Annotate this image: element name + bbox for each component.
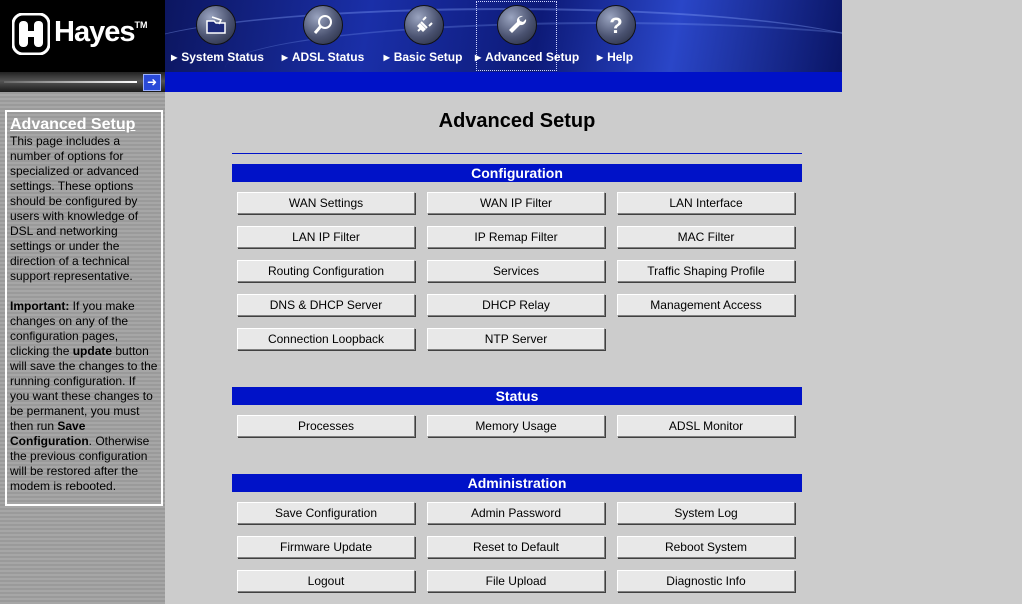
help-panel: Advanced Setup This page includes a numb… (5, 110, 163, 506)
plug-icon (404, 5, 444, 45)
blue-header-strip (165, 72, 842, 92)
ip-remap-filter-button[interactable]: IP Remap Filter (427, 226, 605, 248)
magnifier-icon (303, 5, 343, 45)
traffic-shaping-profile-button[interactable]: Traffic Shaping Profile (617, 260, 795, 282)
main-content: Advanced Setup Configuration WAN Setting… (165, 92, 1022, 604)
nav-help[interactable]: ? ▶ Help (575, 0, 655, 72)
system-log-button[interactable]: System Log (617, 502, 795, 524)
memory-usage-button[interactable]: Memory Usage (427, 415, 605, 437)
processes-button[interactable]: Processes (237, 415, 415, 437)
help-title: Advanced Setup (10, 116, 136, 133)
svg-text:?: ? (609, 13, 622, 37)
mac-filter-button[interactable]: MAC Filter (617, 226, 795, 248)
routing-configuration-button[interactable]: Routing Configuration (237, 260, 415, 282)
top-navigation: ▶ System Status ▶ ADSL Status ▶ Basic Setup… (165, 0, 842, 72)
wrench-icon (497, 5, 537, 45)
adsl-monitor-button[interactable]: ADSL Monitor (617, 415, 795, 437)
help-important: Important: If you make changes on any of… (10, 299, 158, 493)
dhcp-relay-button[interactable]: DHCP Relay (427, 294, 605, 316)
firmware-update-button[interactable]: Firmware Update (237, 536, 415, 558)
dns-dhcp-server-button[interactable]: DNS & DHCP Server (237, 294, 415, 316)
brand-name: HayesTM (54, 16, 148, 48)
help-intro: This page includes a number of options f… (10, 134, 139, 283)
reboot-system-button[interactable]: Reboot System (617, 536, 795, 558)
sidebar: Advanced Setup This page includes a numb… (0, 92, 165, 604)
logout-button[interactable]: Logout (237, 570, 415, 592)
title-divider (232, 153, 802, 154)
connection-loopback-button[interactable]: Connection Loopback (237, 328, 415, 350)
brand-logo: HayesTM (0, 0, 165, 72)
ntp-server-button[interactable]: NTP Server (427, 328, 605, 350)
save-configuration-button[interactable]: Save Configuration (237, 502, 415, 524)
lan-ip-filter-button[interactable]: LAN IP Filter (237, 226, 415, 248)
section-status: Status (232, 387, 802, 405)
question-icon: ? (596, 5, 636, 45)
reset-to-default-button[interactable]: Reset to Default (427, 536, 605, 558)
diagnostic-info-button[interactable]: Diagnostic Info (617, 570, 795, 592)
nav-advanced-setup[interactable]: ▶ Advanced Setup (475, 0, 579, 72)
wan-settings-button[interactable]: WAN Settings (237, 192, 415, 214)
management-access-button[interactable]: Management Access (617, 294, 795, 316)
admin-password-button[interactable]: Admin Password (427, 502, 605, 524)
section-configuration: Configuration (232, 164, 802, 182)
nav-system-status[interactable]: ▶ System Status (165, 0, 270, 72)
folder-icon (196, 5, 236, 45)
nav-adsl-status[interactable]: ▶ ADSL Status (273, 0, 373, 72)
page-title: Advanced Setup (438, 110, 596, 132)
hayes-logo-icon (12, 13, 50, 55)
file-upload-button[interactable]: File Upload (427, 570, 605, 592)
section-administration: Administration (232, 474, 802, 492)
arrow-right-icon: ➜ (143, 74, 161, 91)
wan-ip-filter-button[interactable]: WAN IP Filter (427, 192, 605, 214)
services-button[interactable]: Services (427, 260, 605, 282)
nav-arrow-bar: ➜ (0, 72, 165, 92)
nav-basic-setup[interactable]: ▶ Basic Setup (373, 0, 473, 72)
lan-interface-button[interactable]: LAN Interface (617, 192, 795, 214)
